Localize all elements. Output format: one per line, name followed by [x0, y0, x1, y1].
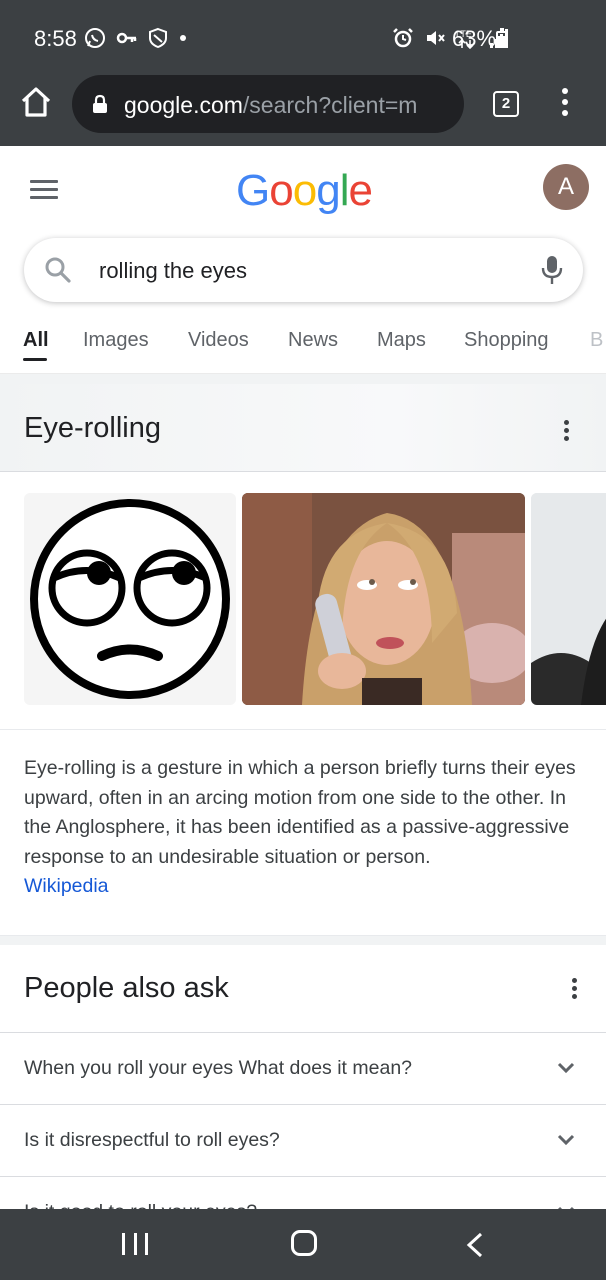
- whatsapp-icon: [85, 28, 105, 48]
- people-also-ask-title: People also ask: [24, 972, 229, 1004]
- avatar[interactable]: A: [543, 164, 589, 210]
- paa-question-row[interactable]: When you roll your eyes What does it mea…: [0, 1032, 606, 1104]
- chevron-down-icon[interactable]: [556, 1061, 576, 1075]
- search-tabs: All Images Videos News Maps Shopping B: [0, 318, 606, 374]
- android-nav-bar: [0, 1209, 606, 1280]
- paa-question-text: Is it disrespectful to roll eyes?: [24, 1129, 280, 1151]
- microphone-icon[interactable]: [540, 254, 564, 286]
- logo-letter: o: [292, 166, 318, 215]
- home-icon[interactable]: [18, 84, 54, 120]
- knowledge-panel-description: Eye-rolling is a gesture in which a pers…: [24, 754, 584, 902]
- tab-switcher-button[interactable]: 2: [493, 91, 519, 117]
- status-time: 8:58: [34, 26, 77, 51]
- tab-all[interactable]: All: [23, 329, 49, 352]
- url-domain: google.com: [124, 92, 243, 118]
- browser-toolbar: google.com/search?client=m 2: [0, 70, 606, 146]
- menu-icon[interactable]: [30, 180, 58, 200]
- notification-icons: [84, 27, 188, 49]
- mean-girls-photo[interactable]: [242, 493, 525, 705]
- tab-shopping[interactable]: Shopping: [464, 329, 549, 352]
- section-separator: [0, 374, 606, 384]
- home-nav-icon[interactable]: [291, 1230, 317, 1256]
- google-logo[interactable]: Google: [236, 166, 373, 216]
- paa-question-row[interactable]: Is it disrespectful to roll eyes?: [0, 1104, 606, 1176]
- search-input[interactable]: rolling the eyes: [99, 258, 247, 284]
- eye-roll-face-icon: [30, 499, 230, 699]
- divider: [0, 729, 606, 730]
- search-box[interactable]: rolling the eyes: [24, 238, 583, 302]
- partial-photo-illustration: [531, 493, 606, 705]
- photo-illustration: [242, 493, 525, 705]
- recents-icon[interactable]: [122, 1233, 148, 1255]
- partial-photo[interactable]: [531, 493, 606, 705]
- knowledge-panel-title[interactable]: Eye-rolling: [24, 412, 161, 445]
- key-icon: [116, 32, 137, 44]
- logo-letter: g: [316, 166, 341, 215]
- search-icon[interactable]: [44, 256, 72, 284]
- tab-videos[interactable]: Videos: [188, 329, 249, 352]
- image-carousel[interactable]: [0, 493, 606, 705]
- section-separator: [0, 935, 606, 945]
- more-options-icon[interactable]: [564, 420, 572, 442]
- knowledge-panel-header: Eye-rolling: [0, 384, 606, 472]
- battery-icon: [496, 28, 508, 48]
- wikipedia-link[interactable]: Wikipedia: [24, 875, 109, 897]
- logo-letter: e: [348, 166, 373, 215]
- eye-roll-emoji-image[interactable]: [24, 493, 236, 705]
- tab-books[interactable]: B: [590, 329, 603, 352]
- alarm-icon: [393, 28, 413, 48]
- back-icon[interactable]: [463, 1231, 487, 1259]
- mute-icon: [427, 31, 445, 45]
- shield-icon: [149, 27, 167, 49]
- address-bar[interactable]: google.com/search?client=m: [72, 75, 464, 133]
- more-options-icon[interactable]: [572, 978, 580, 1000]
- lock-icon: [93, 94, 107, 113]
- logo-letter: G: [236, 166, 270, 215]
- url-path: /search?client=m: [242, 92, 418, 118]
- battery-percent: 63%: [452, 26, 497, 51]
- tab-maps[interactable]: Maps: [377, 329, 426, 352]
- logo-letter: o: [269, 166, 294, 215]
- url-text: google.com/search?client=m: [124, 92, 454, 119]
- paa-question-text: When you roll your eyes What does it mea…: [24, 1057, 413, 1079]
- tab-news[interactable]: News: [288, 329, 338, 352]
- browser-menu-icon[interactable]: [556, 88, 574, 120]
- tab-images[interactable]: Images: [83, 329, 149, 352]
- chevron-down-icon[interactable]: [556, 1133, 576, 1147]
- description-text: Eye-rolling is a gesture in which a pers…: [24, 757, 576, 868]
- dot-icon: [180, 35, 186, 41]
- active-tab-indicator: [23, 358, 47, 361]
- status-bar: 8:58 LTE 63%: [0, 0, 606, 70]
